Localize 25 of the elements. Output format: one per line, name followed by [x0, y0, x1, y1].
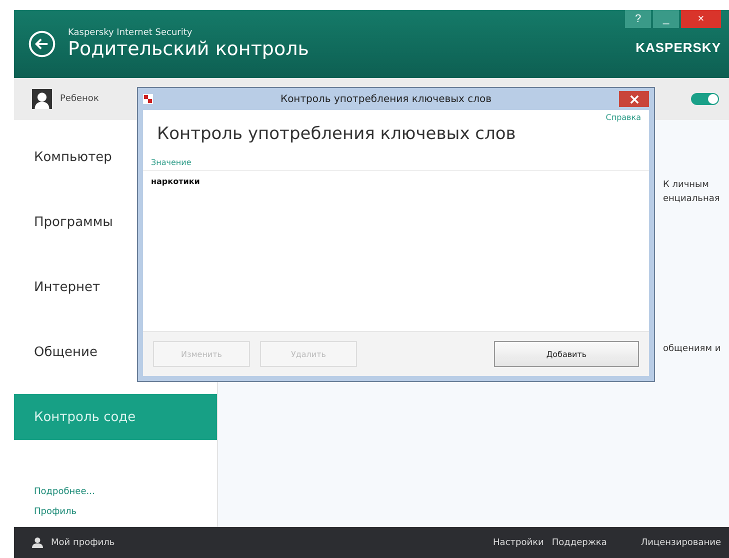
description-text: общениям и — [663, 343, 721, 356]
user-avatar-icon — [32, 89, 52, 109]
license-link[interactable]: Лицензирование — [640, 538, 721, 548]
sidebar-link[interactable]: Подробнее... — [14, 487, 217, 497]
person-icon — [32, 537, 43, 548]
sidebar-link[interactable]: Профиль — [14, 507, 217, 517]
close-button[interactable] — [619, 91, 649, 107]
product-name: Kaspersky Internet Security — [68, 28, 194, 38]
list-row[interactable]: наркотики — [143, 171, 649, 192]
column-header: Значение — [143, 158, 649, 171]
toggle-switch[interactable] — [691, 93, 719, 105]
dialog-button[interactable]: Добавить — [494, 341, 639, 367]
close-button[interactable]: × — [681, 10, 721, 28]
logo: KASPERSKY — [636, 40, 721, 55]
help-link[interactable]: Справка — [606, 113, 641, 122]
footer-link[interactable]: Настройки — [493, 538, 544, 548]
app-icon — [143, 94, 153, 104]
dialog-title: Контроль употребления ключевых слов — [279, 94, 493, 104]
profile-link[interactable]: Мой профиль — [51, 538, 115, 548]
dialog-heading: Контроль употребления ключевых слов — [156, 123, 517, 144]
user-name: Ребенок — [60, 94, 99, 104]
description-text: К личным енциальная — [663, 179, 720, 206]
footer-link[interactable]: Поддержка — [552, 538, 607, 548]
window-title: Родительский контроль — [68, 38, 309, 60]
close-icon — [630, 94, 638, 104]
